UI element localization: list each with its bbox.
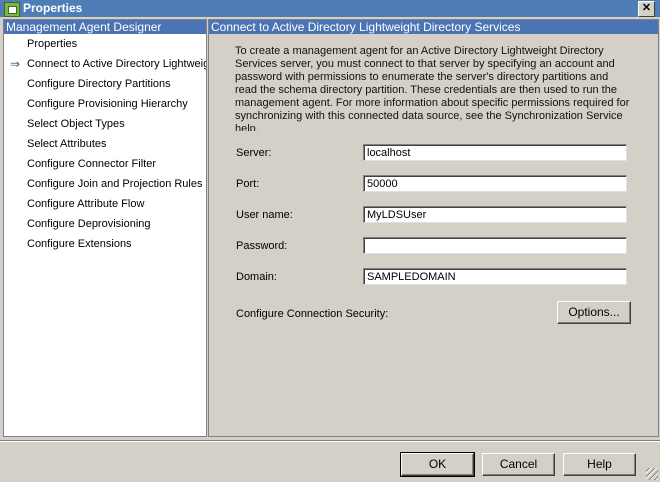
options-button[interactable]: Options... — [557, 301, 631, 324]
nav-item-label: Configure Directory Partitions — [27, 78, 171, 90]
domain-label: Domain: — [236, 271, 277, 283]
title-bar[interactable]: Properties ✕ — [0, 0, 660, 17]
cancel-button[interactable]: Cancel — [482, 453, 555, 476]
port-input[interactable] — [363, 175, 627, 192]
nav-item-label: Select Object Types — [27, 118, 125, 130]
nav-item-label: Connect to Active Directory Lightweight … — [27, 58, 206, 70]
username-label: User name: — [236, 209, 293, 221]
nav-item-object-types[interactable]: Select Object Types — [4, 114, 206, 134]
nav-item-attribute-flow[interactable]: Configure Attribute Flow — [4, 194, 206, 214]
content-header: Connect to Active Directory Lightweight … — [209, 20, 658, 34]
nav-item-label: Select Attributes — [27, 138, 107, 150]
window-title: Properties — [23, 1, 83, 15]
password-label: Password: — [236, 240, 288, 252]
nav-item-label: Properties — [27, 38, 78, 50]
ok-button[interactable]: OK — [400, 452, 475, 477]
content-panel: Connect to Active Directory Lightweight … — [208, 19, 659, 437]
password-input[interactable] — [363, 237, 627, 254]
nav-item-properties[interactable]: Properties — [4, 34, 206, 54]
navigation-panel: Management Agent Designer Properties ⇒ Co… — [3, 19, 207, 437]
description-text: To create a management agent for an Acti… — [235, 45, 630, 131]
nav-item-label: Configure Deprovisioning — [27, 218, 151, 230]
nav-item-connect[interactable]: ⇒ Connect to Active Directory Lightweight… — [4, 54, 206, 74]
domain-input[interactable] — [363, 268, 627, 285]
footer-divider — [0, 440, 660, 442]
server-input[interactable] — [363, 144, 627, 161]
connection-security-label: Configure Connection Security: — [236, 308, 389, 320]
resize-grip-icon[interactable] — [646, 468, 658, 480]
navigation-header: Management Agent Designer — [4, 20, 206, 34]
nav-item-label: Configure Extensions — [27, 238, 132, 250]
server-label: Server: — [236, 147, 272, 159]
nav-item-connector-filter[interactable]: Configure Connector Filter — [4, 154, 206, 174]
port-label: Port: — [236, 178, 260, 190]
help-button[interactable]: Help — [563, 453, 636, 476]
nav-item-attributes[interactable]: Select Attributes — [4, 134, 206, 154]
nav-item-partitions[interactable]: Configure Directory Partitions — [4, 74, 206, 94]
nav-item-label: Configure Join and Projection Rules — [27, 178, 203, 190]
nav-item-extensions[interactable]: Configure Extensions — [4, 234, 206, 254]
nav-item-deprovisioning[interactable]: Configure Deprovisioning — [4, 214, 206, 234]
app-icon — [4, 2, 20, 17]
nav-item-label: Configure Attribute Flow — [27, 198, 145, 210]
current-step-arrow-icon: ⇒ — [10, 57, 21, 71]
close-button[interactable]: ✕ — [638, 1, 655, 17]
nav-item-label: Configure Provisioning Hierarchy — [27, 98, 188, 110]
username-input[interactable] — [363, 206, 627, 223]
nav-item-provisioning-hierarchy[interactable]: Configure Provisioning Hierarchy — [4, 94, 206, 114]
nav-item-join-projection[interactable]: Configure Join and Projection Rules — [4, 174, 206, 194]
nav-item-label: Configure Connector Filter — [27, 158, 157, 170]
